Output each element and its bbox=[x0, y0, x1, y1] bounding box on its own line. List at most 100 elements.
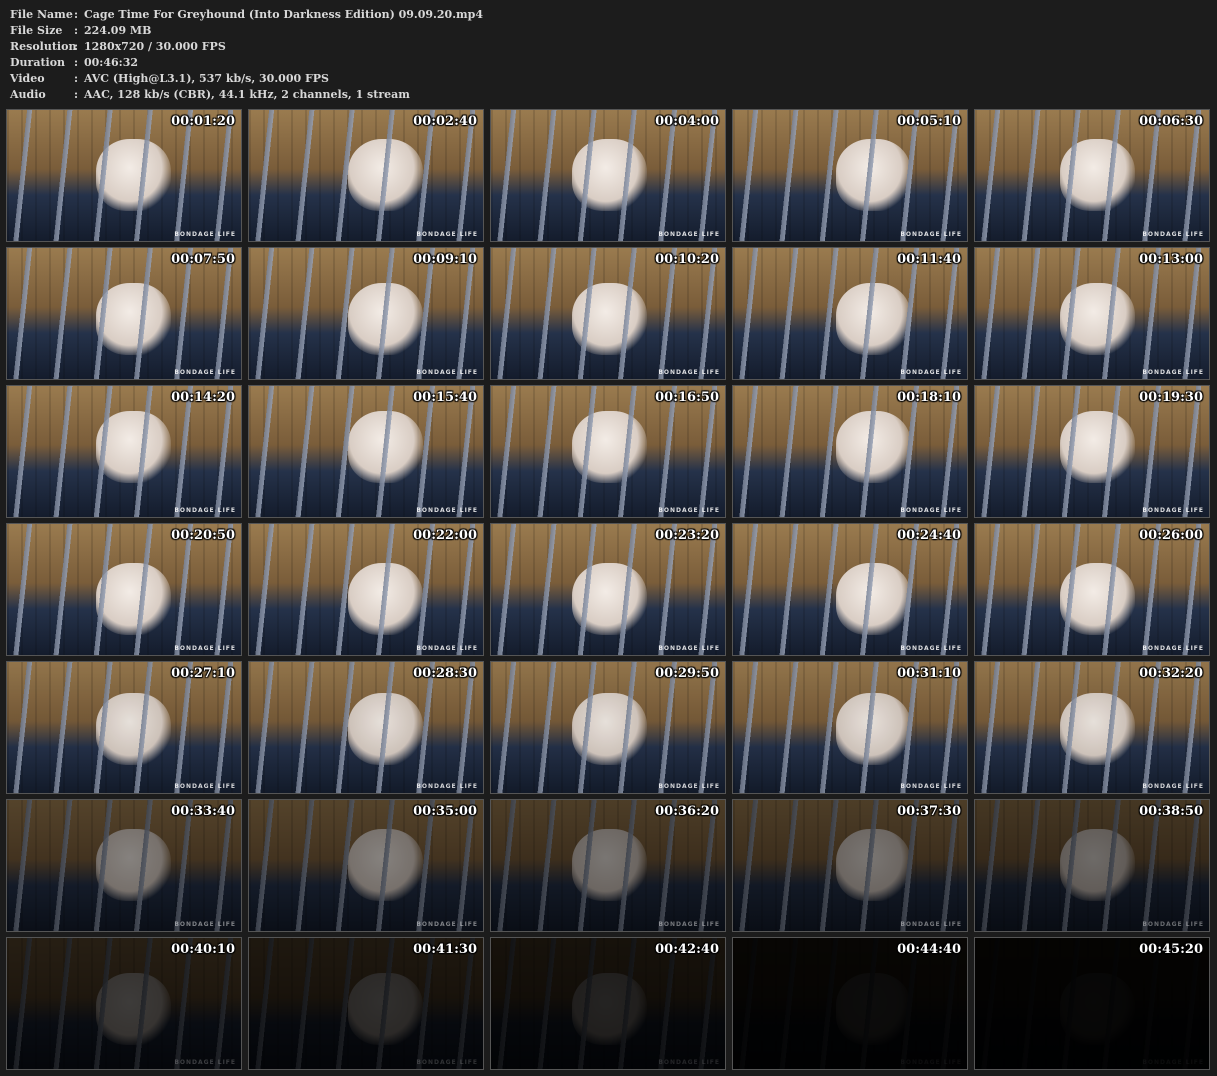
info-value-video: AVC (High@L3.1), 537 kb/s, 30.000 FPS bbox=[84, 72, 329, 85]
thumbnail-darkness bbox=[491, 662, 725, 793]
info-value-file-name: Cage Time For Greyhound (Into Darkness E… bbox=[84, 8, 484, 21]
watermark-logo: BONDAGE LIFE bbox=[174, 231, 236, 238]
watermark-logo: BONDAGE LIFE bbox=[658, 231, 720, 238]
watermark-logo: BONDAGE LIFE bbox=[174, 369, 236, 376]
video-thumbnail: 00:31:10 BONDAGE LIFE bbox=[732, 661, 968, 794]
thumbnail-darkness bbox=[491, 938, 725, 1069]
video-thumbnail: 00:09:10 BONDAGE LIFE bbox=[248, 247, 484, 380]
thumbnail-grid: 00:01:20 BONDAGE LIFE 00:02:40 BONDAGE LIFE… bbox=[6, 109, 1210, 1070]
watermark-logo: BONDAGE LIFE bbox=[658, 1059, 720, 1066]
info-separator: : bbox=[74, 8, 79, 21]
watermark-logo: BONDAGE LIFE bbox=[1142, 783, 1204, 790]
thumbnail-timestamp: 00:01:20 bbox=[171, 114, 235, 129]
thumbnail-timestamp: 00:20:50 bbox=[171, 528, 235, 543]
watermark-logo: BONDAGE LIFE bbox=[900, 231, 962, 238]
video-thumbnail: 00:45:20 BONDAGE LIFE bbox=[974, 937, 1210, 1070]
watermark-logo: BONDAGE LIFE bbox=[174, 507, 236, 514]
watermark-logo: BONDAGE LIFE bbox=[416, 645, 478, 652]
thumbnail-timestamp: 00:33:40 bbox=[171, 804, 235, 819]
watermark-logo: BONDAGE LIFE bbox=[1142, 1059, 1204, 1066]
watermark-logo: BONDAGE LIFE bbox=[658, 783, 720, 790]
watermark-logo: BONDAGE LIFE bbox=[416, 1059, 478, 1066]
video-thumbnail: 00:36:20 BONDAGE LIFE bbox=[490, 799, 726, 932]
info-key: Audio bbox=[10, 88, 46, 101]
info-row-resolution: Resolution : 1280x720 / 30.000 FPS bbox=[10, 39, 483, 55]
video-thumbnail: 00:13:00 BONDAGE LIFE bbox=[974, 247, 1210, 380]
info-value-file-size: 224.09 MB bbox=[84, 24, 152, 37]
video-thumbnail: 00:06:30 BONDAGE LIFE bbox=[974, 109, 1210, 242]
thumbnail-timestamp: 00:16:50 bbox=[655, 390, 719, 405]
thumbnail-timestamp: 00:40:10 bbox=[171, 942, 235, 957]
thumbnail-timestamp: 00:41:30 bbox=[413, 942, 477, 957]
info-key: File Size bbox=[10, 24, 63, 37]
thumbnail-timestamp: 00:31:10 bbox=[897, 666, 961, 681]
thumbnail-timestamp: 00:05:10 bbox=[897, 114, 961, 129]
file-info-panel: File Name : Cage Time For Greyhound (Int… bbox=[10, 7, 483, 103]
video-thumbnail: 00:02:40 BONDAGE LIFE bbox=[248, 109, 484, 242]
thumbnail-darkness bbox=[7, 938, 241, 1069]
thumbnail-timestamp: 00:28:30 bbox=[413, 666, 477, 681]
thumbnail-timestamp: 00:13:00 bbox=[1139, 252, 1203, 267]
info-key: Video bbox=[10, 72, 45, 85]
video-thumbnail: 00:10:20 BONDAGE LIFE bbox=[490, 247, 726, 380]
thumbnail-timestamp: 00:35:00 bbox=[413, 804, 477, 819]
info-row-video: Video : AVC (High@L3.1), 537 kb/s, 30.00… bbox=[10, 71, 483, 87]
video-thumbnail: 00:35:00 BONDAGE LIFE bbox=[248, 799, 484, 932]
info-separator: : bbox=[74, 56, 79, 69]
thumbnail-timestamp: 00:04:00 bbox=[655, 114, 719, 129]
thumbnail-timestamp: 00:32:20 bbox=[1139, 666, 1203, 681]
thumbnail-timestamp: 00:45:20 bbox=[1139, 942, 1203, 957]
thumbnail-darkness bbox=[975, 800, 1209, 931]
watermark-logo: BONDAGE LIFE bbox=[416, 507, 478, 514]
info-row-file-name: File Name : Cage Time For Greyhound (Int… bbox=[10, 7, 483, 23]
watermark-logo: BONDAGE LIFE bbox=[900, 369, 962, 376]
video-thumbnail: 00:38:50 BONDAGE LIFE bbox=[974, 799, 1210, 932]
video-thumbnail: 00:11:40 BONDAGE LIFE bbox=[732, 247, 968, 380]
video-thumbnail: 00:04:00 BONDAGE LIFE bbox=[490, 109, 726, 242]
watermark-logo: BONDAGE LIFE bbox=[658, 507, 720, 514]
thumbnail-darkness bbox=[249, 800, 483, 931]
info-row-file-size: File Size : 224.09 MB bbox=[10, 23, 483, 39]
video-thumbnail: 00:05:10 BONDAGE LIFE bbox=[732, 109, 968, 242]
thumbnail-timestamp: 00:14:20 bbox=[171, 390, 235, 405]
info-row-audio: Audio : AAC, 128 kb/s (CBR), 44.1 kHz, 2… bbox=[10, 87, 483, 103]
video-thumbnail: 00:18:10 BONDAGE LIFE bbox=[732, 385, 968, 518]
thumbnail-timestamp: 00:36:20 bbox=[655, 804, 719, 819]
info-value-resolution: 1280x720 / 30.000 FPS bbox=[84, 40, 226, 53]
thumbnail-timestamp: 00:11:40 bbox=[897, 252, 961, 267]
thumbnail-darkness bbox=[975, 662, 1209, 793]
thumbnail-timestamp: 00:38:50 bbox=[1139, 804, 1203, 819]
thumbnail-timestamp: 00:42:40 bbox=[655, 942, 719, 957]
info-separator: : bbox=[74, 88, 79, 101]
thumbnail-timestamp: 00:15:40 bbox=[413, 390, 477, 405]
info-separator: : bbox=[74, 24, 79, 37]
video-thumbnail: 00:32:20 BONDAGE LIFE bbox=[974, 661, 1210, 794]
watermark-logo: BONDAGE LIFE bbox=[900, 507, 962, 514]
thumbnail-timestamp: 00:26:00 bbox=[1139, 528, 1203, 543]
video-thumbnail: 00:16:50 BONDAGE LIFE bbox=[490, 385, 726, 518]
watermark-logo: BONDAGE LIFE bbox=[900, 645, 962, 652]
watermark-logo: BONDAGE LIFE bbox=[416, 921, 478, 928]
thumbnail-timestamp: 00:44:40 bbox=[897, 942, 961, 957]
video-thumbnail: 00:37:30 BONDAGE LIFE bbox=[732, 799, 968, 932]
thumbnail-darkness bbox=[7, 800, 241, 931]
video-thumbnail: 00:41:30 BONDAGE LIFE bbox=[248, 937, 484, 1070]
watermark-logo: BONDAGE LIFE bbox=[174, 783, 236, 790]
info-key: File Name bbox=[10, 8, 73, 21]
thumbnail-darkness bbox=[733, 662, 967, 793]
watermark-logo: BONDAGE LIFE bbox=[174, 1059, 236, 1066]
watermark-logo: BONDAGE LIFE bbox=[1142, 507, 1204, 514]
thumbnail-darkness bbox=[733, 800, 967, 931]
thumbnail-timestamp: 00:09:10 bbox=[413, 252, 477, 267]
video-thumbnail: 00:20:50 BONDAGE LIFE bbox=[6, 523, 242, 656]
video-thumbnail: 00:07:50 BONDAGE LIFE bbox=[6, 247, 242, 380]
watermark-logo: BONDAGE LIFE bbox=[1142, 369, 1204, 376]
watermark-logo: BONDAGE LIFE bbox=[1142, 231, 1204, 238]
watermark-logo: BONDAGE LIFE bbox=[658, 645, 720, 652]
watermark-logo: BONDAGE LIFE bbox=[900, 921, 962, 928]
info-separator: : bbox=[74, 72, 79, 85]
video-thumbnail: 00:15:40 BONDAGE LIFE bbox=[248, 385, 484, 518]
thumbnail-timestamp: 00:22:00 bbox=[413, 528, 477, 543]
thumbnail-darkness bbox=[491, 800, 725, 931]
video-thumbnail: 00:14:20 BONDAGE LIFE bbox=[6, 385, 242, 518]
